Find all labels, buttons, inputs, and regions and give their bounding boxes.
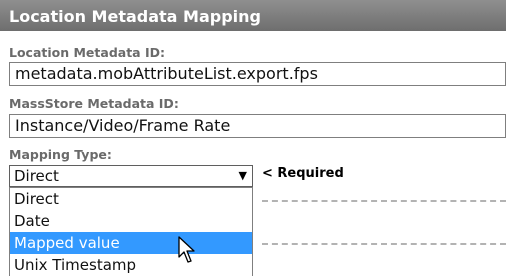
dropdown-option-direct[interactable]: Direct bbox=[10, 188, 252, 210]
panel-title: Location Metadata Mapping bbox=[9, 7, 261, 26]
mapping-type-label: Mapping Type: bbox=[9, 147, 112, 162]
massstore-metadata-id-label: MassStore Metadata ID: bbox=[9, 96, 179, 111]
dropdown-option-mapped-value[interactable]: Mapped value bbox=[10, 232, 252, 254]
mapping-type-selected-value: Direct bbox=[14, 167, 59, 185]
location-metadata-id-label: Location Metadata ID: bbox=[9, 45, 165, 60]
divider-dashed-2 bbox=[262, 243, 506, 245]
mouse-pointer-icon bbox=[178, 236, 196, 268]
divider-dashed-1 bbox=[262, 200, 506, 202]
location-metadata-id-field[interactable]: metadata.mobAttributeList.export.fps bbox=[9, 62, 506, 86]
dropdown-option-date[interactable]: Date bbox=[10, 210, 252, 232]
location-metadata-id-value: metadata.mobAttributeList.export.fps bbox=[15, 64, 318, 83]
massstore-metadata-id-value: Instance/Video/Frame Rate bbox=[15, 116, 231, 135]
dropdown-option-unix-timestamp[interactable]: Unix Timestamp bbox=[10, 254, 252, 276]
mapping-type-dropdown-list: Direct Date Mapped value Unix Timestamp bbox=[9, 187, 253, 276]
chevron-down-icon[interactable]: ▼ bbox=[239, 166, 247, 186]
required-indicator: < Required bbox=[262, 166, 344, 181]
panel-title-bar: Location Metadata Mapping bbox=[0, 0, 506, 31]
massstore-metadata-id-field[interactable]: Instance/Video/Frame Rate bbox=[9, 114, 506, 138]
mapping-type-select[interactable]: Direct ▼ bbox=[9, 165, 253, 187]
